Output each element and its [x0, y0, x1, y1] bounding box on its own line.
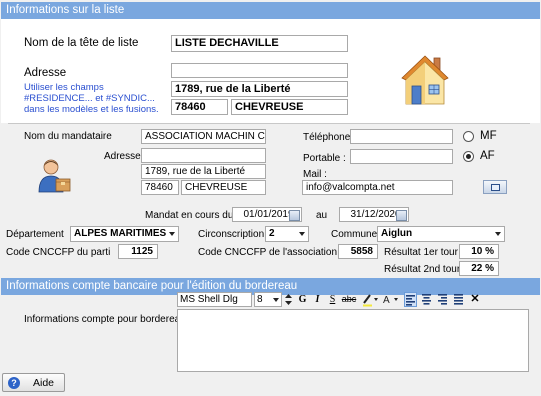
commune-label: Commune: [331, 229, 378, 240]
font-name-select[interactable]: MS Shell Dlg: [177, 292, 252, 307]
commune-select[interactable]: Aiglun: [377, 226, 505, 242]
mandat-to-value: 31/12/2020: [350, 209, 401, 220]
mandataire-person-icon: [38, 158, 72, 194]
circonscription-label: Circonscription: [198, 229, 265, 240]
mandat-to-label: au: [316, 210, 328, 221]
mandataire-name-label: Nom du mandataire: [24, 131, 112, 142]
mandat-to-field[interactable]: 31/12/2020: [339, 207, 409, 222]
calendar-icon[interactable]: [396, 210, 407, 221]
head-field[interactable]: LISTE DECHAVILLE: [171, 35, 348, 52]
highlight-color-button[interactable]: [361, 292, 379, 307]
font-color-button[interactable]: A: [382, 292, 400, 307]
mandataire-address-label: Adresse: [104, 151, 141, 162]
address-line2-field[interactable]: 1789, rue de la Liberté: [171, 81, 348, 97]
mandat-from-field[interactable]: 01/01/2019: [232, 207, 302, 222]
mobile-label: Portable :: [303, 153, 346, 164]
phone-field[interactable]: [350, 129, 453, 144]
resultat1-label: Résultat 1er tour: [384, 247, 458, 258]
resultat2-field[interactable]: 22 %: [459, 261, 499, 276]
bank-section-title: Informations compte bancaire pour l'édit…: [6, 280, 298, 292]
align-center-button[interactable]: [420, 292, 433, 307]
departement-value: ALPES MARITIMES: [74, 228, 167, 239]
font-size-select[interactable]: 8: [254, 292, 282, 307]
head-label: Nom de la tête de liste: [24, 37, 139, 49]
radio-af[interactable]: [463, 151, 474, 162]
mail-label: Mail :: [303, 169, 327, 180]
align-right-button[interactable]: [436, 292, 449, 307]
help-button[interactable]: ? Aide: [2, 373, 65, 392]
svg-text:A: A: [383, 295, 390, 306]
postcode-field[interactable]: 78460: [171, 99, 228, 115]
pen-icon: [363, 294, 378, 307]
departement-select[interactable]: ALPES MARITIMES: [70, 226, 179, 242]
help-label: Aide: [33, 377, 55, 389]
italic-button[interactable]: I: [312, 292, 323, 307]
justify-button[interactable]: [452, 292, 465, 307]
address-label: Adresse: [24, 67, 67, 79]
circonscription-select[interactable]: 2: [265, 226, 309, 242]
fusion-note: Utiliser les champs #RESIDENCE... et #SY…: [24, 82, 159, 115]
mandataire-name-field[interactable]: ASSOCIATION MACHIN CHOSE: [141, 129, 266, 144]
close-icon[interactable]: ✕: [469, 292, 481, 307]
chevron-down-icon: [273, 298, 279, 302]
mail-field[interactable]: info@valcompta.net: [302, 180, 453, 195]
radio-mf[interactable]: [463, 131, 474, 142]
radio-mf-label: MF: [480, 130, 497, 142]
align-center-icon: [422, 294, 431, 305]
liste-section-title: Informations sur la liste: [6, 4, 125, 16]
align-right-icon: [438, 294, 447, 305]
mobile-field[interactable]: [350, 149, 453, 164]
font-size-value: 8: [257, 294, 263, 305]
bank-label: Informations compte pour bordereau: [24, 314, 186, 325]
email-icon: [491, 184, 500, 191]
strikethrough-button[interactable]: abc: [341, 292, 357, 307]
cnccfp-assoc-field[interactable]: 5858: [338, 244, 378, 259]
city-field[interactable]: CHEVREUSE: [231, 99, 348, 115]
bank-text-area[interactable]: [177, 309, 529, 372]
chevron-down-icon: [495, 232, 501, 236]
commune-value: Aiglun: [381, 228, 413, 239]
circonscription-value: 2: [269, 228, 275, 239]
mandataire-address-line2-field[interactable]: 1789, rue de la Liberté: [141, 164, 266, 179]
divider-1: [8, 123, 530, 124]
bold-button[interactable]: G: [297, 292, 308, 307]
address-line1-field[interactable]: [171, 63, 348, 78]
help-icon: ?: [8, 377, 20, 389]
mandat-label: Mandat en cours du: [145, 210, 234, 221]
cnccfp-parti-label: Code CNCCFP du parti: [6, 247, 111, 258]
chevron-down-icon: [169, 232, 175, 236]
house-icon: [400, 52, 450, 108]
align-left-icon: [406, 295, 415, 306]
justify-icon: [454, 294, 463, 305]
calendar-icon[interactable]: [289, 210, 300, 221]
resultat1-field[interactable]: 10 %: [459, 244, 499, 259]
chevron-down-icon: [299, 232, 305, 236]
mandataire-postcode-field[interactable]: 78460: [141, 180, 179, 195]
phone-label: Téléphone :: [303, 132, 356, 143]
cnccfp-parti-field[interactable]: 1125: [118, 244, 158, 259]
align-left-button[interactable]: [404, 292, 417, 307]
departement-label: Département: [6, 229, 64, 240]
font-color-icon: A: [383, 295, 398, 306]
send-mail-button[interactable]: [483, 180, 507, 194]
resultat2-label: Résultat 2nd tour: [384, 264, 461, 275]
font-size-stepper[interactable]: [284, 292, 293, 307]
rich-text-toolbar: MS Shell Dlg 8 G I S abc A ✕: [177, 292, 529, 308]
radio-af-label: AF: [480, 150, 495, 162]
mandataire-city-field[interactable]: CHEVREUSE: [181, 180, 266, 195]
mandataire-address-line1-field[interactable]: [141, 148, 266, 163]
liste-section-header: Informations sur la liste: [1, 2, 540, 19]
font-name-value: MS Shell Dlg: [180, 294, 238, 305]
mandat-from-value: 01/01/2019: [243, 209, 294, 220]
underline-button[interactable]: S: [327, 292, 338, 307]
cnccfp-assoc-label: Code CNCCFP de l'association: [198, 247, 338, 258]
